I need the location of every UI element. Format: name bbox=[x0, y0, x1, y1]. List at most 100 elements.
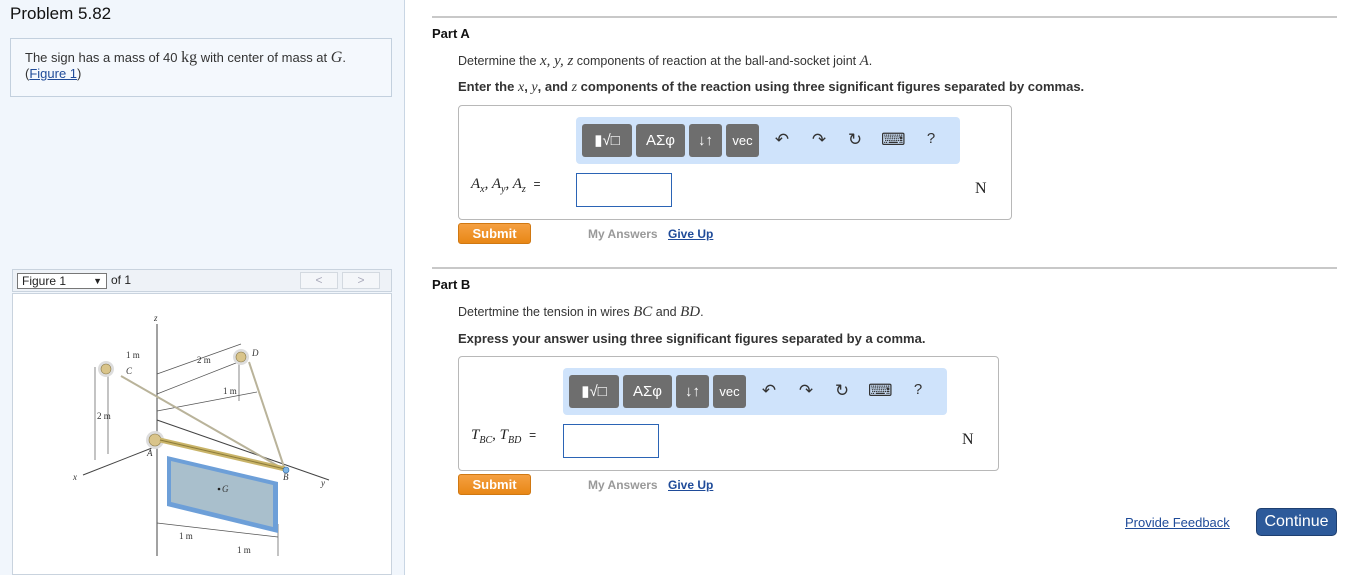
question-text: . bbox=[700, 305, 704, 319]
part-b-heading: Part B bbox=[432, 277, 471, 292]
point-d-label: D bbox=[251, 348, 259, 358]
label-sub: BC bbox=[479, 435, 493, 446]
subscript-superscript-button[interactable]: ↓↑ bbox=[676, 375, 709, 408]
part-a-my-answers[interactable]: My Answers bbox=[588, 227, 658, 241]
label-var: A bbox=[512, 176, 522, 192]
math-point: A bbox=[859, 53, 869, 69]
support-c bbox=[100, 363, 112, 375]
help-icon[interactable]: ? bbox=[907, 381, 929, 398]
part-a-answer-label: Ax, Ay, Az = bbox=[471, 176, 541, 195]
instruction-text: Enter the bbox=[458, 79, 518, 94]
question-text: . bbox=[868, 54, 873, 68]
question-text: Determine the bbox=[458, 54, 540, 68]
continue-button[interactable]: Continue bbox=[1256, 508, 1337, 536]
reset-icon[interactable]: ↻ bbox=[844, 130, 866, 150]
chevron-right-icon: > bbox=[357, 273, 365, 287]
label-sub: z bbox=[521, 184, 526, 195]
dimension-line bbox=[156, 391, 258, 412]
problem-panel: Problem 5.82 The sign has a mass of 40 k… bbox=[0, 0, 405, 575]
dim-label: 2 m bbox=[97, 411, 111, 421]
problem-statement: The sign has a mass of 40 kg with center… bbox=[10, 38, 392, 97]
dim-label: 1 m bbox=[237, 545, 251, 555]
support-d bbox=[235, 351, 247, 363]
figure-link[interactable]: Figure 1 bbox=[29, 66, 77, 81]
statement-text: The sign has a mass of 40 bbox=[25, 50, 182, 65]
point-a-label: A bbox=[146, 448, 153, 458]
part-a-answer-box: ▮√□ ΑΣφ ↓↑ vec ↶ ↷ ↻ ⌨ ? Ax, Ay, Az = N bbox=[458, 105, 1012, 220]
wire-name: BC bbox=[633, 304, 653, 320]
part-b-unit: N bbox=[962, 431, 974, 448]
part-b-give-up-link[interactable]: Give Up bbox=[668, 478, 713, 492]
dim-label: 2 m bbox=[197, 355, 211, 365]
part-b-instruction: Express your answer using three signific… bbox=[458, 331, 926, 346]
z-axis-label: z bbox=[153, 313, 158, 323]
instruction-text: , and bbox=[537, 79, 572, 94]
part-b-answer-box: ▮√□ ΑΣφ ↓↑ vec ↶ ↷ ↻ ⌨ ? TBC, TBD = N bbox=[458, 356, 999, 471]
greek-symbols-button[interactable]: ΑΣφ bbox=[623, 375, 672, 408]
redo-icon[interactable]: ↷ bbox=[795, 381, 817, 401]
templates-button[interactable]: ▮√□ bbox=[582, 124, 632, 157]
vector-button[interactable]: vec bbox=[713, 375, 746, 408]
figure-select[interactable]: Figure 1 ▼ bbox=[17, 273, 107, 289]
wire-name: BD bbox=[680, 304, 701, 320]
figure-select-value: Figure 1 bbox=[22, 274, 67, 288]
part-a-answer-input[interactable] bbox=[576, 173, 672, 207]
point-b-label: B bbox=[283, 472, 289, 482]
part-b-my-answers[interactable]: My Answers bbox=[588, 478, 658, 492]
part-b-submit-button[interactable]: Submit bbox=[458, 474, 531, 495]
keyboard-icon[interactable]: ⌨ bbox=[881, 130, 906, 150]
center-of-mass-var: G bbox=[330, 49, 343, 66]
reset-icon[interactable]: ↻ bbox=[831, 381, 853, 401]
center-of-mass-g bbox=[217, 487, 221, 491]
prev-figure-button[interactable]: < bbox=[300, 272, 338, 289]
vector-button[interactable]: vec bbox=[726, 124, 759, 157]
dropdown-arrow-icon: ▼ bbox=[93, 276, 102, 286]
equals-sign: = bbox=[533, 177, 541, 191]
provide-feedback-link[interactable]: Provide Feedback bbox=[1125, 515, 1230, 530]
undo-icon[interactable]: ↶ bbox=[758, 381, 780, 401]
next-figure-button[interactable]: > bbox=[342, 272, 380, 289]
label-var: A bbox=[471, 176, 481, 192]
part-a-question: Determine the x, y, z components of reac… bbox=[458, 53, 872, 70]
subscript-superscript-button[interactable]: ↓↑ bbox=[689, 124, 722, 157]
label-sub: x bbox=[480, 184, 485, 195]
redo-icon[interactable]: ↷ bbox=[808, 130, 830, 150]
mass-unit: kg bbox=[181, 49, 198, 66]
figure-navigation: Figure 1 ▼ of 1 < > bbox=[12, 269, 392, 292]
question-text: components of reaction at the ball-and-s… bbox=[573, 54, 860, 68]
part-a-unit: N bbox=[975, 180, 987, 197]
part-b-question: Detertmine the tension in wires BC and B… bbox=[458, 304, 704, 321]
statement-text: with center of mass at bbox=[197, 50, 331, 65]
undo-icon[interactable]: ↶ bbox=[771, 130, 793, 150]
label-sub: y bbox=[501, 184, 506, 195]
equals-sign: = bbox=[529, 428, 537, 442]
chevron-left-icon: < bbox=[315, 273, 323, 287]
x-axis bbox=[82, 445, 158, 476]
problem-title: Problem 5.82 bbox=[10, 4, 112, 23]
math-toolbar: ▮√□ ΑΣφ ↓↑ vec ↶ ↷ ↻ ⌨ ? bbox=[563, 368, 947, 415]
question-text: Detertmine the tension in wires bbox=[458, 305, 634, 319]
templates-button[interactable]: ▮√□ bbox=[569, 375, 619, 408]
help-icon[interactable]: ? bbox=[920, 130, 942, 147]
math-vars: x, y, z bbox=[539, 53, 574, 69]
divider bbox=[432, 16, 1337, 18]
divider bbox=[432, 267, 1337, 269]
figure-container: z x y 1 m 2 m 1 m 2 m 1 m 1 m C D A B G bbox=[12, 293, 392, 575]
wire-bc bbox=[120, 375, 286, 471]
point-g-label: G bbox=[222, 484, 229, 494]
part-b-answer-label: TBC, TBD = bbox=[471, 427, 537, 446]
ball-socket-joint-a bbox=[148, 433, 162, 447]
part-a-submit-button[interactable]: Submit bbox=[458, 223, 531, 244]
question-text: and bbox=[652, 305, 681, 319]
label-sub: BD bbox=[507, 435, 522, 446]
part-b-answer-input[interactable] bbox=[563, 424, 659, 458]
x-axis-label: x bbox=[72, 472, 77, 482]
greek-symbols-button[interactable]: ΑΣφ bbox=[636, 124, 685, 157]
keyboard-icon[interactable]: ⌨ bbox=[868, 381, 893, 401]
label-var: T bbox=[499, 427, 508, 443]
dim-label: 1 m bbox=[179, 531, 193, 541]
figure-count: of 1 bbox=[111, 273, 132, 287]
instruction-text: components of the reaction using three s… bbox=[577, 79, 1085, 94]
statement-text: . bbox=[342, 50, 346, 65]
part-a-give-up-link[interactable]: Give Up bbox=[668, 227, 713, 241]
